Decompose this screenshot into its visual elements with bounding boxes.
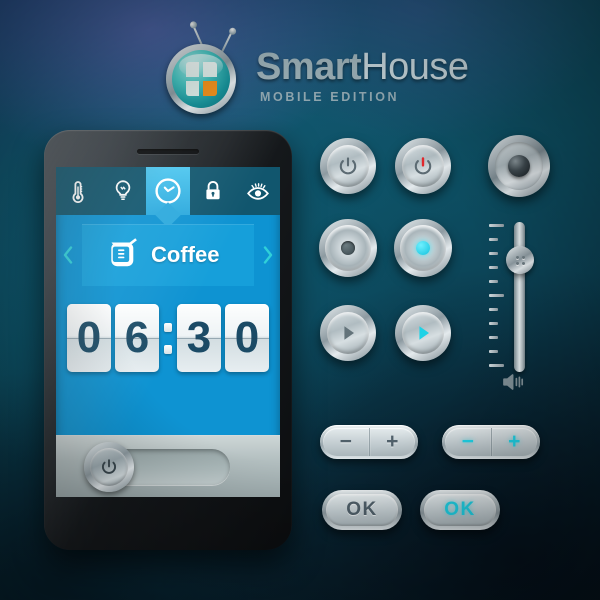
clock-minute-digit-2: 0: [225, 304, 269, 372]
tab-schedule[interactable]: [145, 167, 191, 228]
device-selector-row: Coffee: [56, 215, 280, 295]
power-button-red[interactable]: [395, 138, 451, 194]
mobile-phone-mockup: Coffee 0 6 3 0: [44, 130, 292, 550]
record-button-gray[interactable]: [319, 219, 377, 277]
ok-button-gray[interactable]: OK: [322, 490, 402, 530]
stepper-minus-label: −: [339, 430, 352, 453]
brand-name-part2: House: [361, 46, 469, 88]
power-icon: [101, 459, 117, 474]
clock-hour-digit-1: 0: [67, 304, 111, 372]
clock-separator: [163, 322, 173, 354]
stepper-minus-label: −: [461, 430, 474, 453]
phone-screen: Coffee 0 6 3 0: [56, 167, 280, 497]
tab-surveillance[interactable]: [235, 167, 280, 215]
stepper-plus-cyan[interactable]: +: [490, 428, 537, 456]
brand-name-part1: Smart: [256, 46, 362, 88]
stepper-plus-label: +: [386, 430, 399, 453]
disc-dot-icon: [416, 241, 430, 255]
brand-header: SmartHouse MOBILE EDITION: [152, 20, 472, 120]
chevron-left-icon[interactable]: [56, 245, 80, 265]
ok-button-gray-label: OK: [326, 494, 398, 526]
speaker-volume-icon: [500, 370, 526, 399]
stepper-gray[interactable]: − +: [320, 425, 418, 459]
thermometer-icon: [67, 178, 89, 204]
lightbulb-icon: [112, 178, 134, 204]
eye-icon: [245, 178, 271, 204]
clock-hour-digit-2: 6: [115, 304, 159, 372]
ok-button-cyan[interactable]: OK: [420, 490, 500, 530]
power-toggle-knob[interactable]: [84, 442, 134, 492]
device-label: Coffee: [151, 242, 220, 267]
power-icon: [339, 157, 357, 175]
screen-tab-bar: [56, 167, 280, 228]
lock-icon: [202, 178, 224, 204]
disc-dot-icon: [341, 241, 355, 255]
power-button-gray[interactable]: [320, 138, 376, 194]
slider-grip-icon[interactable]: [506, 246, 534, 274]
power-icon: [414, 157, 432, 175]
volume-slider[interactable]: [489, 222, 535, 372]
ui-kit-canvas: SmartHouse MOBILE EDITION Coffee 0 6 3 0…: [0, 0, 600, 600]
stepper-minus-cyan[interactable]: −: [445, 428, 491, 456]
device-card-coffee[interactable]: Coffee: [82, 224, 254, 286]
chevron-right-icon[interactable]: [256, 245, 280, 265]
play-icon: [344, 326, 354, 340]
tab-climate[interactable]: [56, 167, 101, 215]
clock-minute-digit-1: 3: [177, 304, 221, 372]
smarthouse-orb-icon: [160, 20, 238, 116]
power-toggle-bar: [56, 435, 280, 497]
brand-wordmark: SmartHouse: [256, 46, 469, 89]
tab-security[interactable]: [190, 167, 235, 215]
flip-clock: 0 6 3 0: [56, 295, 280, 381]
coffee-pot-icon: [98, 230, 144, 281]
stepper-cyan[interactable]: − +: [442, 425, 540, 459]
rotary-dial-knob[interactable]: [488, 135, 550, 197]
dial-icon: [508, 155, 530, 177]
brand-tagline: MOBILE EDITION: [260, 90, 400, 104]
stepper-plus-gray[interactable]: +: [368, 428, 415, 456]
stepper-minus-gray[interactable]: −: [323, 428, 369, 456]
tab-lighting[interactable]: [101, 167, 146, 215]
play-button-gray[interactable]: [320, 305, 376, 361]
record-button-cyan[interactable]: [394, 219, 452, 277]
earpiece-speaker: [137, 149, 199, 154]
stepper-plus-label: +: [508, 430, 521, 453]
play-button-cyan[interactable]: [395, 305, 451, 361]
slider-track[interactable]: [514, 222, 525, 372]
ok-button-cyan-label: OK: [424, 494, 496, 526]
play-icon: [419, 326, 429, 340]
